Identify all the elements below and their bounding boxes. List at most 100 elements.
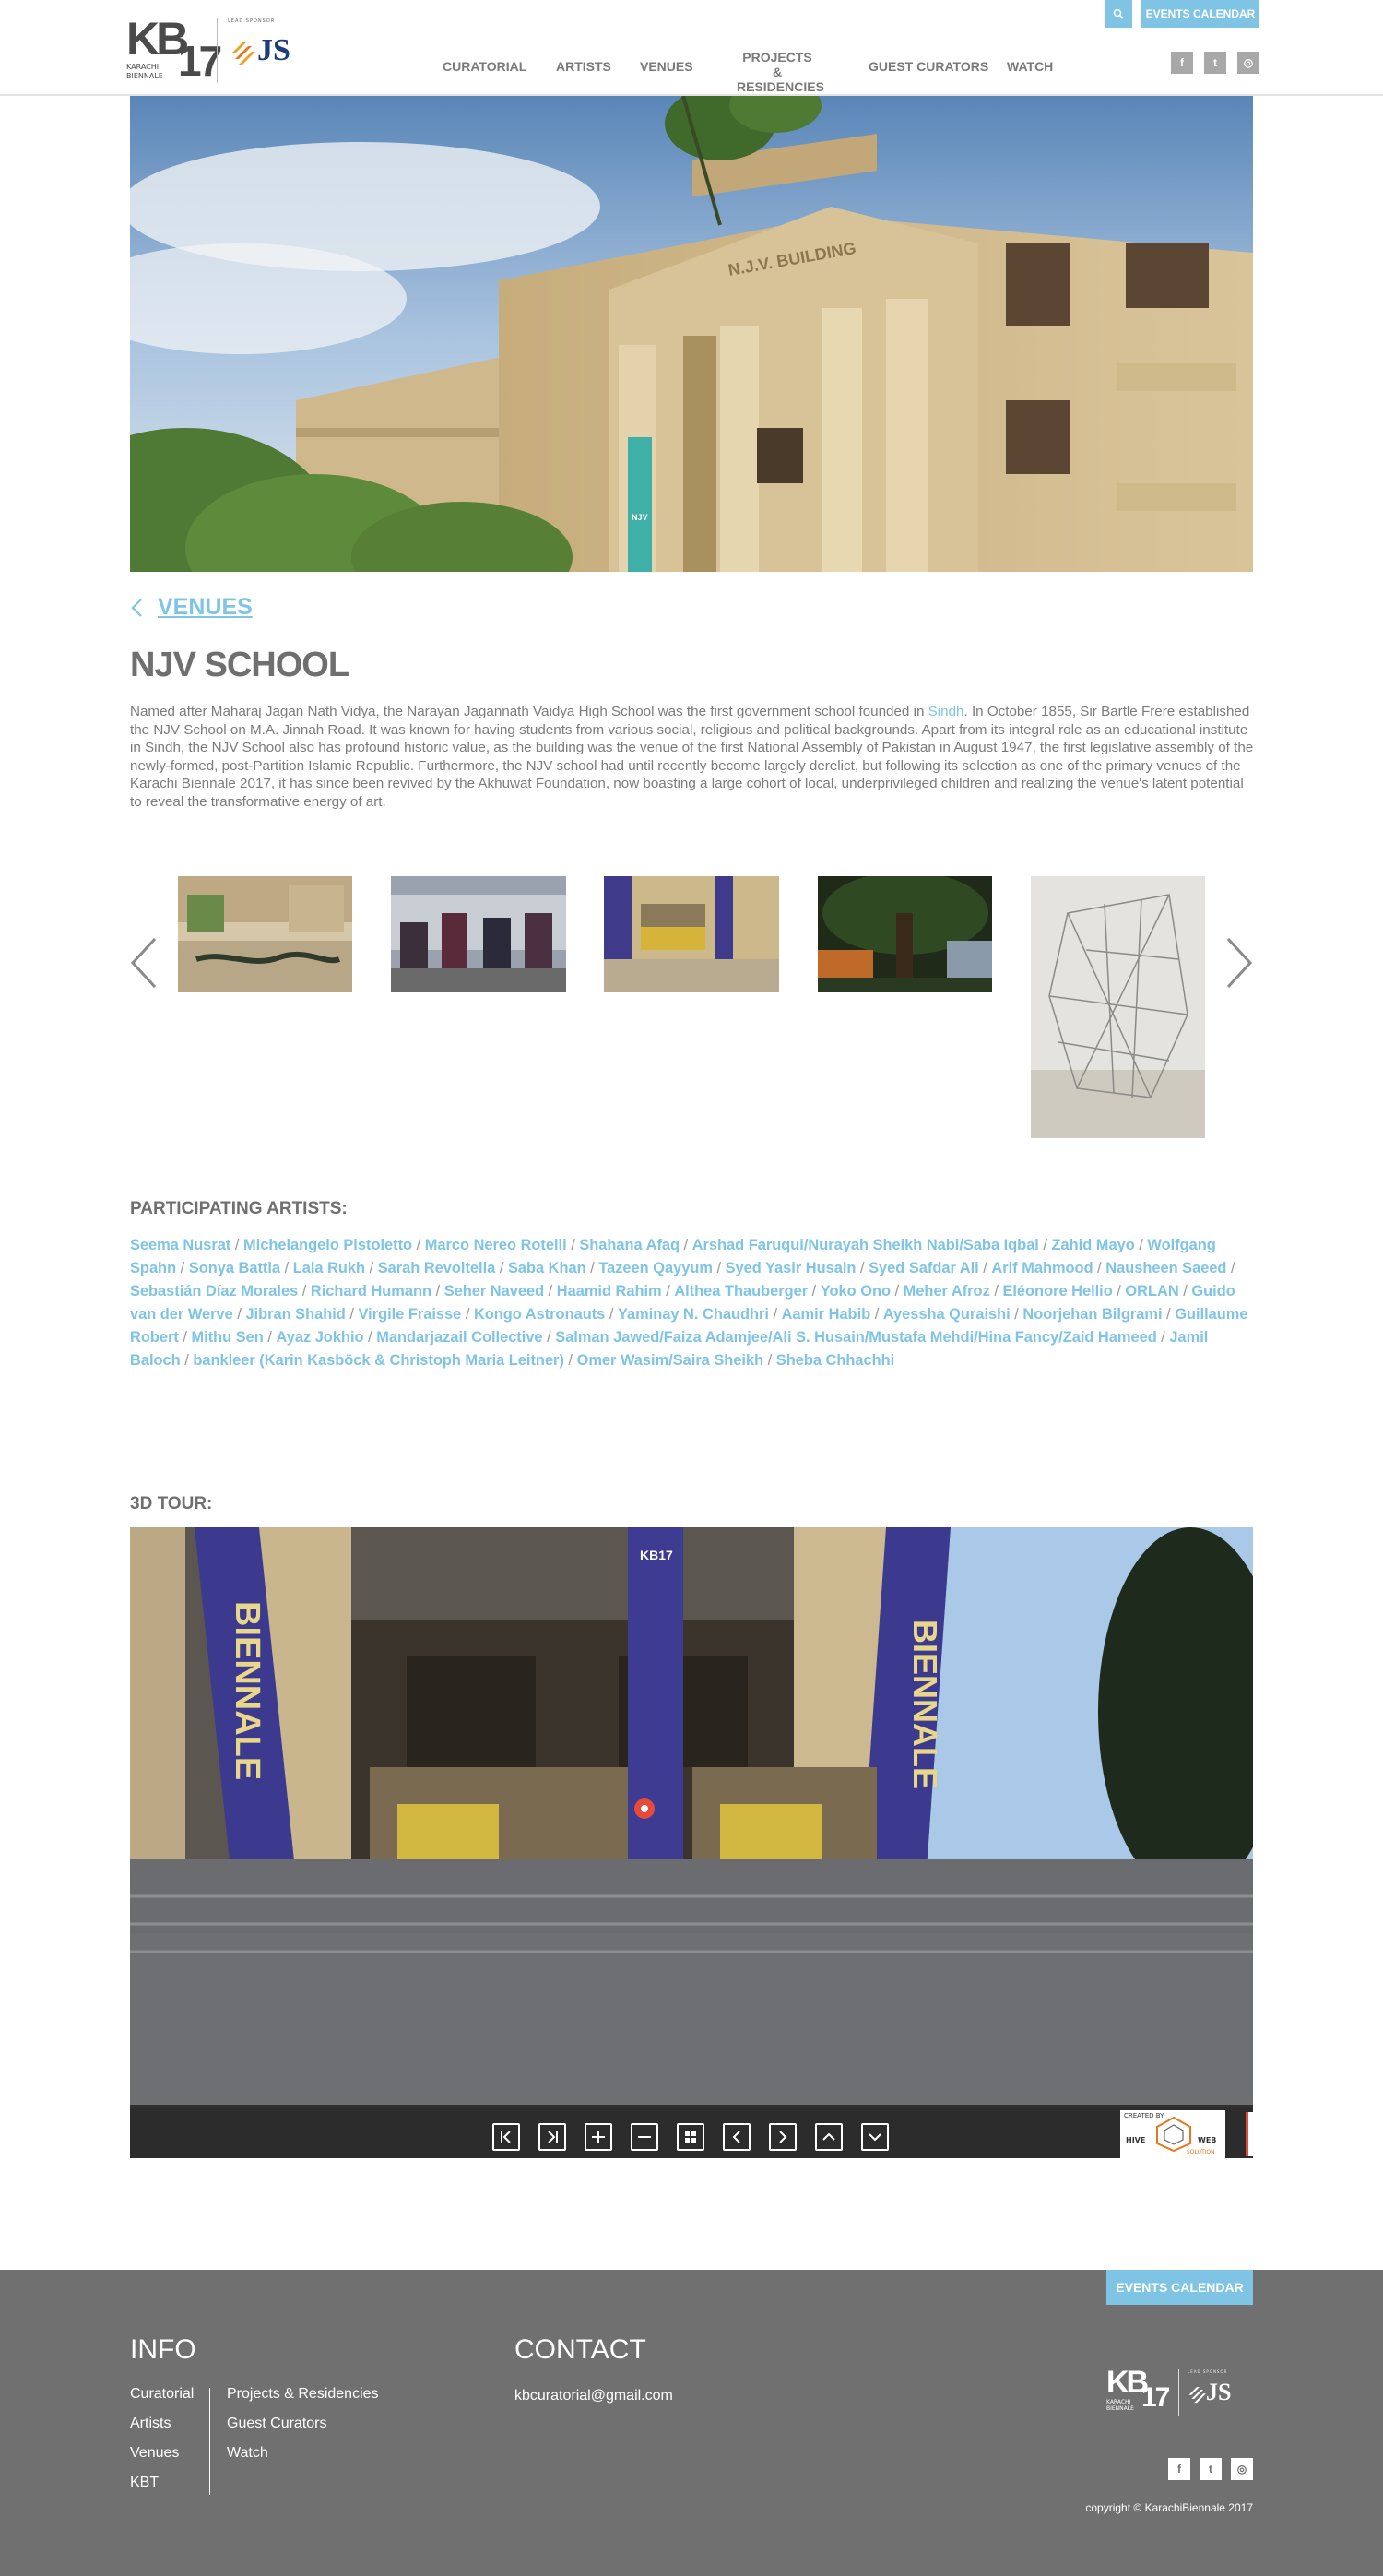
footer-instagram-icon[interactable]: ◎	[1231, 2458, 1253, 2480]
artist-link[interactable]: Arshad Faruqui/Nurayah Sheikh Nabi/Saba …	[692, 1237, 1039, 1253]
down-icon	[869, 2133, 881, 2142]
artist-link[interactable]: Ayessha Quraishi	[883, 1306, 1011, 1323]
footer-email-link[interactable]: kbcuratorial@gmail.com	[514, 2388, 673, 2404]
artist-link[interactable]: Yoko Ono	[821, 1283, 891, 1300]
last-icon	[548, 2131, 558, 2143]
artist-separator: /	[1156, 1329, 1170, 1346]
desc-part-1: Named after Maharaj Jagan Nath Vidya, th…	[130, 704, 928, 719]
chevron-left-icon	[131, 599, 142, 617]
footer-link-watch[interactable]: Watch	[227, 2445, 268, 2462]
gallery-thumbnail-4[interactable]	[818, 876, 992, 992]
events-calendar-button[interactable]: EVENTS CALENDAR	[1141, 0, 1259, 28]
footer-link-kbt[interactable]: KBT	[130, 2475, 159, 2491]
artist-link[interactable]: Omer Wasim/Saira Sheikh	[577, 1352, 764, 1369]
artist-separator: /	[1178, 1283, 1192, 1300]
artist-link[interactable]: Shahana Afaq	[579, 1237, 680, 1253]
footer-divider	[209, 2388, 210, 2495]
footer-link-venues[interactable]: Venues	[130, 2445, 179, 2462]
facebook-icon[interactable]: f	[1171, 52, 1193, 74]
artist-link[interactable]: Jibran Shahid	[245, 1306, 345, 1323]
artist-link[interactable]: Michelangelo Pistoletto	[243, 1237, 412, 1253]
gallery-thumbnail-3[interactable]	[604, 876, 779, 992]
artist-link[interactable]: Sheba Chhachhi	[776, 1352, 894, 1369]
footer-link-projects-residencies[interactable]: Projects & Residencies	[227, 2386, 379, 2403]
gallery-thumbnail-5[interactable]	[1031, 876, 1205, 1138]
tour-down-button[interactable]	[861, 2123, 889, 2151]
nav-curatorial[interactable]: CURATORIAL	[443, 59, 526, 74]
tour-left-button[interactable]	[723, 2123, 751, 2151]
tour-first-button[interactable]	[492, 2123, 520, 2151]
tour-zoom-out-button[interactable]	[631, 2123, 658, 2151]
artist-link[interactable]: bankleer (Karin Kasböck & Christoph Mari…	[193, 1352, 564, 1369]
site-footer: EVENTS CALENDAR INFO CONTACT Curatorial …	[0, 2270, 1383, 2576]
artist-link[interactable]: Saba Khan	[508, 1260, 586, 1276]
artist-separator: /	[412, 1237, 425, 1253]
artist-link[interactable]: Lala Rukh	[293, 1260, 365, 1276]
3d-tour-viewer[interactable]: BIENNALE KB17 BIENNALE CREATED BY HIVE W…	[130, 1527, 1253, 2158]
artist-link[interactable]: ORLAN	[1125, 1283, 1178, 1300]
artist-link[interactable]: Seher Naveed	[444, 1283, 544, 1300]
gallery-prev-arrow-icon[interactable]	[129, 937, 159, 989]
artist-link[interactable]: Virgile Fraisse	[359, 1306, 462, 1323]
artist-separator: /	[544, 1283, 557, 1300]
footer-facebook-icon[interactable]: f	[1168, 2458, 1190, 2480]
nav-venues[interactable]: VENUES	[640, 59, 693, 74]
artist-link[interactable]: Althea Thauberger	[674, 1283, 808, 1300]
artist-link[interactable]: Seema Nusrat	[130, 1237, 230, 1253]
artist-separator: /	[230, 1237, 243, 1253]
artist-link[interactable]: Mandarjazail Collective	[376, 1329, 542, 1346]
artist-link[interactable]: Sarah Revoltella	[378, 1260, 496, 1276]
artist-link[interactable]: Tazeen Qayyum	[598, 1260, 713, 1276]
tour-controls-bar: CREATED BY HIVE WEB SOLUTION	[130, 2105, 1253, 2158]
artist-link[interactable]: Nausheen Saeed	[1105, 1260, 1226, 1276]
artist-link[interactable]: Aamir Habib	[782, 1306, 871, 1323]
artist-link[interactable]: Sonya Battla	[189, 1260, 280, 1276]
footer-link-curatorial[interactable]: Curatorial	[130, 2386, 194, 2403]
gallery-next-arrow-icon[interactable]	[1224, 937, 1254, 989]
artist-link[interactable]: Arif Mahmood	[991, 1260, 1093, 1276]
sindh-link[interactable]: Sindh	[928, 704, 964, 719]
footer-link-guest-curators[interactable]: Guest Curators	[227, 2416, 326, 2432]
tour-zoom-in-button[interactable]	[585, 2123, 612, 2151]
artist-link[interactable]: Eléonore Hellio	[1002, 1283, 1112, 1300]
artist-separator: /	[542, 1329, 556, 1346]
tour-side-tab[interactable]	[1246, 2112, 1253, 2156]
tour-right-button[interactable]	[769, 2123, 797, 2151]
footer-logo-sub-karachi: KARACHI	[1106, 2399, 1131, 2405]
footer-kb17-js-logo[interactable]: KB 17 KARACHI BIENNALE LEAD SPONSOR JS	[1106, 2367, 1254, 2423]
tour-up-button[interactable]	[815, 2123, 843, 2151]
tour-last-button[interactable]	[538, 2123, 566, 2151]
footer-link-artists[interactable]: Artists	[130, 2416, 171, 2432]
artist-link[interactable]: Sebastián Díaz Morales	[130, 1283, 298, 1300]
instagram-icon[interactable]: ◎	[1237, 52, 1259, 74]
artist-separator: /	[763, 1352, 776, 1369]
footer-js-logo-text: JS	[1206, 2379, 1232, 2405]
nav-watch[interactable]: WATCH	[1007, 59, 1053, 74]
artist-link[interactable]: Marco Nereo Rotelli	[425, 1237, 567, 1253]
artist-link[interactable]: Zahid Mayo	[1052, 1237, 1135, 1253]
artist-link[interactable]: Meher Afroz	[904, 1283, 990, 1300]
gallery-thumbnail-2[interactable]	[391, 876, 566, 992]
gallery-thumbnail-1[interactable]	[178, 876, 352, 992]
artist-link[interactable]: Kongo Astronauts	[474, 1306, 605, 1323]
footer-events-calendar-button[interactable]: EVENTS CALENDAR	[1106, 2270, 1253, 2305]
artist-link[interactable]: Yaminay N. Chaudhri	[618, 1306, 769, 1323]
artist-link[interactable]: Ayaz Jokhio	[276, 1329, 363, 1346]
artist-link[interactable]: Mithu Sen	[192, 1329, 264, 1346]
artist-link[interactable]: Richard Humann	[311, 1283, 431, 1300]
hive-web-solution-credit[interactable]: CREATED BY HIVE WEB SOLUTION	[1120, 2110, 1225, 2158]
tour-grid-button[interactable]	[677, 2123, 704, 2151]
kb17-js-logo[interactable]: KB 17 KARACHI BIENNALE LEAD SPONSOR JS	[126, 16, 311, 85]
footer-twitter-icon[interactable]: t	[1200, 2458, 1222, 2480]
search-button[interactable]	[1105, 0, 1132, 28]
artist-link[interactable]: Noorjehan Bilgrami	[1022, 1306, 1162, 1323]
nav-projects-residencies[interactable]: PROJECTS & RESIDENCIES	[737, 50, 824, 94]
twitter-icon[interactable]: t	[1204, 52, 1226, 74]
footer-js-logo: JS	[1188, 2379, 1231, 2406]
nav-artists[interactable]: ARTISTS	[556, 59, 611, 74]
artist-link[interactable]: Haamid Rahim	[557, 1283, 662, 1300]
artist-link[interactable]: Syed Safdar Ali	[869, 1260, 979, 1276]
nav-guest-curators[interactable]: GUEST CURATORS	[869, 59, 988, 74]
artist-link[interactable]: Salman Jawed/Faiza Adamjee/Ali S. Husain…	[555, 1329, 1156, 1346]
artist-link[interactable]: Syed Yasir Husain	[726, 1260, 857, 1276]
